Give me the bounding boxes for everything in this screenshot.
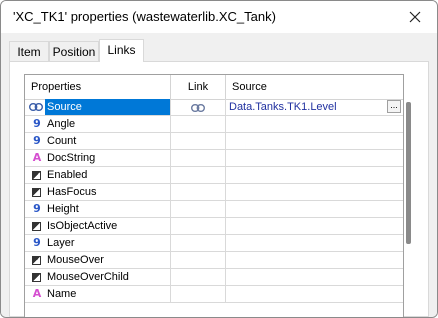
- table-row[interactable]: IsObjectActive: [25, 218, 403, 235]
- boolean-icon: [32, 273, 41, 282]
- property-name: Enabled: [47, 169, 88, 181]
- column-header-properties[interactable]: Properties: [25, 75, 171, 99]
- source-cell[interactable]: [226, 167, 403, 183]
- table-row[interactable]: HasFocus: [25, 184, 403, 201]
- table-row[interactable]: 9 Angle: [25, 116, 403, 133]
- property-name: IsObjectActive: [47, 220, 118, 232]
- link-cell[interactable]: [171, 167, 226, 183]
- link-cell[interactable]: [171, 218, 226, 234]
- source-cell[interactable]: [226, 201, 403, 217]
- tab-links[interactable]: Links: [99, 39, 144, 62]
- link-cell[interactable]: [171, 286, 226, 302]
- source-cell[interactable]: [226, 269, 403, 285]
- boolean-icon: [32, 222, 41, 231]
- links-tab-panel: Properties Link Source Source Data.Tanks.…: [9, 61, 429, 317]
- table-row[interactable]: 9 Count: [25, 133, 403, 150]
- close-button[interactable]: [395, 2, 435, 32]
- column-header-link[interactable]: Link: [171, 75, 226, 99]
- title-bar: 'XC_TK1' properties (wastewaterlib.XC_Ta…: [1, 1, 437, 33]
- property-name: Name: [47, 288, 77, 300]
- links-table: Properties Link Source Source Data.Tanks.…: [24, 74, 404, 317]
- property-cell[interactable]: 9 Height: [25, 201, 171, 217]
- property-cell[interactable]: A Name: [25, 286, 171, 302]
- vertical-scrollbar[interactable]: [406, 102, 411, 244]
- link-cell[interactable]: [171, 252, 226, 268]
- property-name: HasFocus: [47, 186, 97, 198]
- source-value: Data.Tanks.TK1.Level: [229, 101, 337, 113]
- source-cell[interactable]: [226, 150, 403, 166]
- boolean-icon: [32, 171, 41, 180]
- table-row[interactable]: Source Data.Tanks.TK1.Level...: [25, 99, 403, 116]
- property-cell[interactable]: 9 Count: [25, 133, 171, 149]
- numeric-icon: 9: [33, 134, 41, 147]
- property-name: MouseOver: [47, 254, 104, 266]
- link-cell[interactable]: [171, 184, 226, 200]
- property-cell[interactable]: IsObjectActive: [25, 218, 171, 234]
- link-icon: [190, 102, 206, 115]
- property-name: Source: [45, 99, 170, 115]
- source-cell[interactable]: [226, 184, 403, 200]
- table-row[interactable]: A Name: [25, 286, 403, 303]
- property-cell[interactable]: HasFocus: [25, 184, 171, 200]
- link-cell[interactable]: [171, 235, 226, 251]
- properties-dialog: 'XC_TK1' properties (wastewaterlib.XC_Ta…: [0, 0, 438, 318]
- table-row[interactable]: 9 Height: [25, 201, 403, 218]
- string-icon: A: [32, 151, 42, 164]
- string-icon: A: [32, 287, 42, 300]
- property-name: DocString: [47, 152, 96, 164]
- source-cell[interactable]: [226, 133, 403, 149]
- source-cell[interactable]: [226, 235, 403, 251]
- numeric-icon: 9: [33, 202, 41, 215]
- property-cell[interactable]: 9 Layer: [25, 235, 171, 251]
- table-row[interactable]: A DocString: [25, 150, 403, 167]
- property-name: Count: [47, 135, 77, 147]
- numeric-icon: 9: [33, 117, 41, 130]
- boolean-icon: [32, 188, 41, 197]
- tab-item[interactable]: Item: [9, 41, 49, 61]
- table-row[interactable]: MouseOverChild: [25, 269, 403, 286]
- link-cell[interactable]: [171, 99, 226, 115]
- boolean-icon: [32, 256, 41, 265]
- tab-position[interactable]: Position: [49, 41, 99, 61]
- source-cell[interactable]: Data.Tanks.TK1.Level...: [226, 99, 403, 115]
- property-name: MouseOverChild: [47, 271, 129, 283]
- tab-links-label: Links: [107, 43, 136, 57]
- link-cell[interactable]: [171, 201, 226, 217]
- link-icon: [29, 100, 43, 114]
- table-row[interactable]: 9 Layer: [25, 235, 403, 252]
- property-name: Angle: [47, 118, 76, 130]
- numeric-icon: 9: [33, 236, 41, 249]
- source-cell[interactable]: [226, 252, 403, 268]
- table-row[interactable]: Enabled: [25, 167, 403, 184]
- property-cell[interactable]: MouseOver: [25, 252, 171, 268]
- tab-item-label: Item: [17, 45, 41, 59]
- close-icon: [409, 11, 421, 23]
- tab-position-label: Position: [52, 45, 96, 59]
- source-cell[interactable]: [226, 286, 403, 302]
- source-cell[interactable]: [226, 116, 403, 132]
- property-name: Height: [47, 203, 79, 215]
- property-cell[interactable]: Source: [25, 99, 171, 115]
- window-title: 'XC_TK1' properties (wastewaterlib.XC_Ta…: [13, 9, 276, 24]
- property-cell[interactable]: A DocString: [25, 150, 171, 166]
- table-header: Properties Link Source: [25, 75, 403, 100]
- source-cell[interactable]: [226, 218, 403, 234]
- tab-area: Item Position Links Properties Link Sour…: [1, 33, 437, 317]
- browse-button[interactable]: ...: [387, 100, 401, 113]
- link-cell[interactable]: [171, 269, 226, 285]
- link-cell[interactable]: [171, 116, 226, 132]
- property-cell[interactable]: 9 Angle: [25, 116, 171, 132]
- property-name: Layer: [47, 237, 75, 249]
- table-row[interactable]: MouseOver: [25, 252, 403, 269]
- column-header-source[interactable]: Source: [226, 75, 403, 99]
- link-cell[interactable]: [171, 133, 226, 149]
- property-cell[interactable]: MouseOverChild: [25, 269, 171, 285]
- link-cell[interactable]: [171, 150, 226, 166]
- property-cell[interactable]: Enabled: [25, 167, 171, 183]
